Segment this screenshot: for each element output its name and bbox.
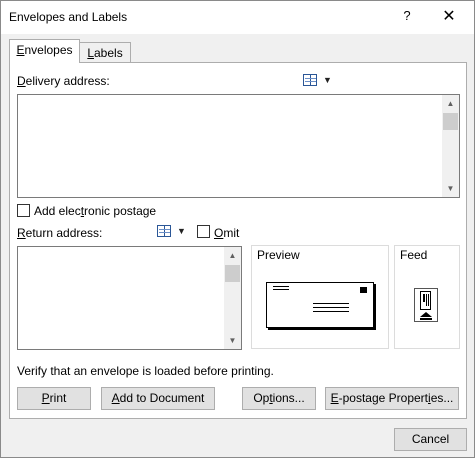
envelopes-labels-dialog: Envelopes and Labels ? ✕ Envelopes Label… [0,0,475,458]
delivery-mnemonic: D [17,74,26,88]
epost-label-post: es... [430,391,454,405]
address-line [313,307,349,308]
address-book-icon [303,74,317,86]
delivery-address-book-button[interactable]: ▼ [303,73,333,89]
scroll-down-arrow-icon[interactable]: ▼ [224,332,241,349]
title-bar: Envelopes and Labels ? ✕ [1,1,474,34]
return-label-text: eturn address: [25,226,103,240]
return-line [273,289,289,290]
return-line [273,286,289,287]
feed-envelope-mark [423,294,425,302]
tab-labels-mnemonic: L [87,46,94,60]
help-button[interactable]: ? [397,8,417,26]
feed-envelope-shape [420,291,431,310]
electronic-postage-checkbox[interactable] [17,204,30,217]
epost-label-mid: -postage Propert [338,391,429,405]
feed-arrow-icon [420,312,432,317]
feed-envelope-mark [426,294,427,306]
return-mnemonic: R [17,226,26,240]
cancel-button[interactable]: Cancel [394,428,467,451]
return-address-field[interactable]: ▲ ▼ [17,246,242,350]
scroll-thumb[interactable] [443,113,458,130]
address-book-icon [157,225,171,237]
epost-mnemonic-e: E [330,391,339,405]
tab-envelopes-label: nvelopes [24,43,73,57]
ep-label-pre: Add elec [34,204,81,218]
omit-label-text: mit [223,226,240,240]
return-scrollbar[interactable]: ▲ ▼ [224,247,241,349]
scroll-up-arrow-icon[interactable]: ▲ [442,95,459,112]
ep-label-post: ronic postage [84,204,157,218]
add-label: dd to Document [119,391,205,405]
chevron-down-icon: ▼ [177,226,186,236]
address-line [313,303,349,304]
close-button[interactable]: ✕ [434,5,464,29]
omit-checkbox[interactable] [197,225,210,238]
scroll-thumb[interactable] [225,265,240,282]
delivery-address-label: Delivery address: [17,74,110,88]
stamp-icon [360,287,367,293]
options-button[interactable]: Options... [242,387,316,410]
options-label-pre: Op [253,391,270,405]
print-label: rint [49,391,67,405]
feed-title: Feed [398,248,430,262]
e-postage-properties-button[interactable]: E-postage Properties... [325,387,459,410]
feed-preview-icon[interactable] [414,288,438,322]
chevron-down-icon: ▼ [323,75,332,85]
feed-tray-line [420,318,432,320]
add-to-document-button[interactable]: Add to Document [101,387,215,410]
options-label-post: ions... [272,391,305,405]
tab-labels[interactable]: Labels [79,42,131,63]
window-title: Envelopes and Labels [9,10,128,24]
delivery-address-field[interactable]: ▲ ▼ [17,94,460,198]
address-line [313,311,349,312]
electronic-postage-label: Add electronic postage [34,204,156,218]
scroll-down-arrow-icon[interactable]: ▼ [442,180,459,197]
omit-label: Omit [214,226,239,240]
print-button[interactable]: Print [17,387,91,410]
verify-message: Verify that an envelope is loaded before… [17,364,274,378]
return-address-book-button[interactable]: ▼ [157,224,187,240]
delivery-scrollbar[interactable]: ▲ ▼ [442,95,459,197]
print-mnemonic: P [41,391,50,405]
add-mnemonic: A [111,391,120,405]
preview-title: Preview [255,248,302,262]
delivery-label-text: elivery address: [25,74,110,88]
feed-envelope-mark [428,294,429,306]
tab-envelopes[interactable]: Envelopes [9,39,80,63]
scroll-up-arrow-icon[interactable]: ▲ [224,247,241,264]
tab-labels-label: abels [94,46,123,60]
return-address-label: Return address: [17,226,102,240]
envelope-preview[interactable] [266,282,374,328]
omit-mnemonic: O [214,226,224,240]
